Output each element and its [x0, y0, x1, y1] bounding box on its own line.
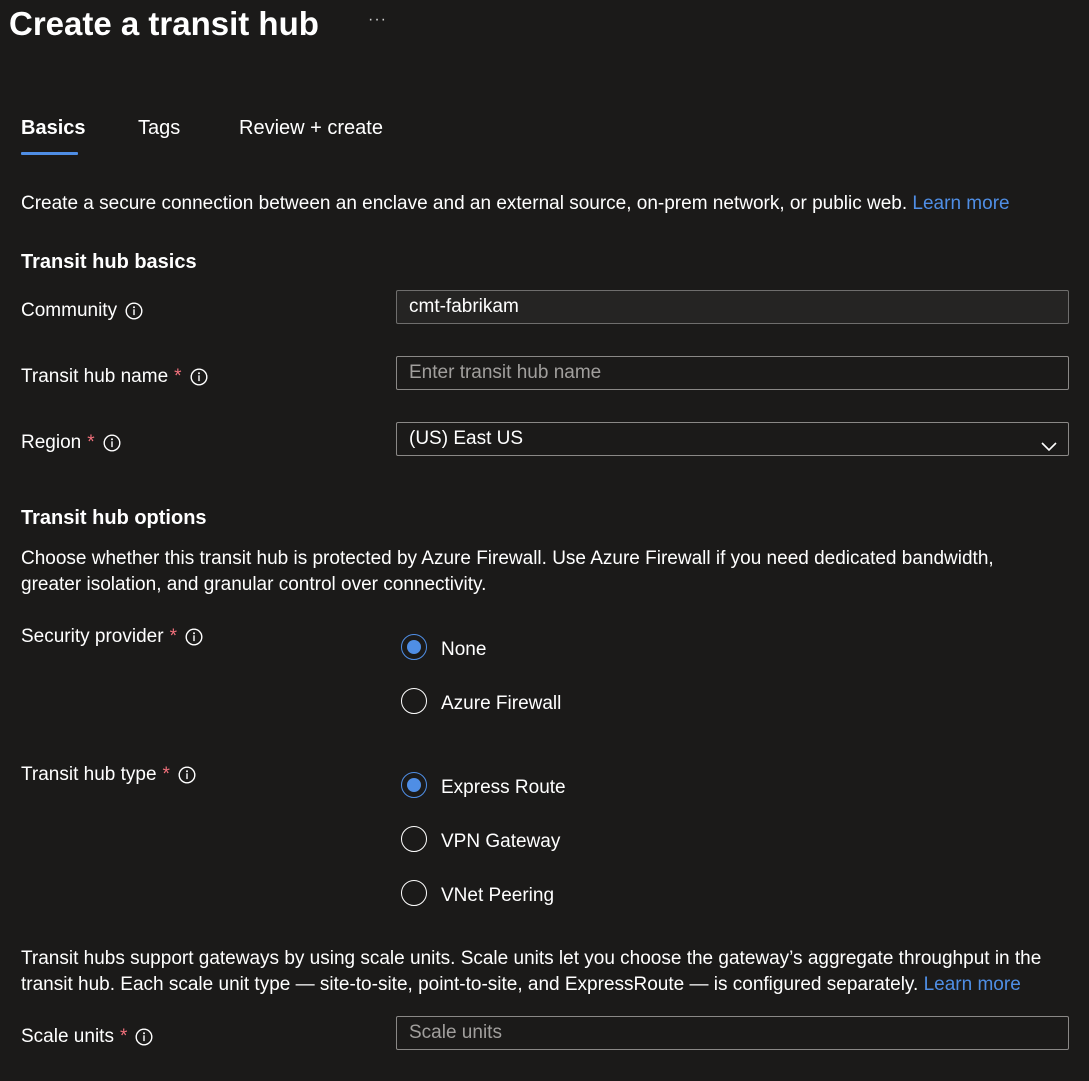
info-icon[interactable]: [190, 368, 208, 386]
radio-button[interactable]: [401, 826, 427, 852]
community-label-text: Community: [21, 300, 118, 321]
required-asterisk: *: [169, 626, 177, 647]
radio-button-checked[interactable]: [401, 772, 427, 798]
chevron-down-icon: [1040, 432, 1058, 452]
required-asterisk: *: [119, 1026, 128, 1047]
section-heading-options: Transit hub options: [21, 507, 207, 529]
transit-hub-name-input[interactable]: [396, 356, 1069, 390]
scale-description-text: transit hub. Each scale unit type — site…: [21, 974, 919, 995]
security-provider-label: Security provider *: [21, 624, 203, 650]
radio-label: Express Route: [441, 777, 566, 798]
tab-tags[interactable]: Tags: [138, 114, 180, 142]
community-field: [396, 290, 1069, 324]
intro-description: Create a secure connection between an en…: [21, 191, 1010, 217]
radio-label: VNet Peering: [441, 885, 555, 906]
radio-security-none[interactable]: None: [401, 634, 486, 660]
options-description-line2: greater isolation, and granular control …: [21, 574, 487, 595]
info-icon[interactable]: [125, 302, 143, 320]
radio-type-express-route[interactable]: Express Route: [401, 772, 566, 798]
region-select[interactable]: (US) East US: [396, 422, 1069, 456]
intro-text: Create a secure connection between an en…: [21, 193, 908, 214]
scale-description-line2: transit hub. Each scale unit type — site…: [21, 972, 1021, 998]
transit-hub-type-label: Transit hub type *: [21, 762, 196, 788]
tab-basics[interactable]: Basics: [21, 114, 86, 142]
radio-button-checked[interactable]: [401, 634, 427, 660]
radio-label: VPN Gateway: [441, 831, 561, 852]
radio-button[interactable]: [401, 880, 427, 906]
tab-review-create[interactable]: Review + create: [239, 114, 383, 142]
required-asterisk: *: [174, 366, 182, 387]
page-title: Create a transit hub: [9, 5, 319, 42]
radio-label: None: [441, 639, 487, 660]
section-heading-basics: Transit hub basics: [21, 251, 197, 273]
info-icon[interactable]: [178, 766, 196, 784]
radio-type-vpn-gateway[interactable]: VPN Gateway: [401, 826, 560, 852]
community-label: Community: [21, 298, 143, 324]
radio-dot: [407, 640, 421, 654]
transit-hub-type-label-text: Transit hub type: [21, 764, 157, 785]
scale-units-label-text: Scale units: [21, 1026, 114, 1047]
info-icon[interactable]: [185, 628, 203, 646]
radio-label: Azure Firewall: [441, 693, 562, 714]
learn-more-link[interactable]: Learn more: [924, 974, 1021, 995]
active-tab-indicator: [21, 152, 78, 155]
required-asterisk: *: [87, 432, 95, 453]
security-provider-label-text: Security provider: [21, 626, 164, 647]
create-transit-hub-page: Create a transit hub ··· Basics Tags Rev…: [0, 0, 1089, 1081]
scale-description-line1: Transit hubs support gateways by using s…: [21, 948, 1042, 969]
options-description-line1: Choose whether this transit hub is prote…: [21, 548, 994, 569]
info-icon[interactable]: [103, 434, 121, 452]
region-label-text: Region: [21, 432, 82, 453]
more-options-button[interactable]: ···: [368, 10, 387, 30]
transit-hub-name-label-text: Transit hub name: [21, 366, 169, 387]
scale-units-label: Scale units *: [21, 1024, 153, 1050]
region-selected-value: (US) East US: [409, 428, 524, 449]
radio-button[interactable]: [401, 688, 427, 714]
radio-dot: [407, 778, 421, 792]
scale-units-input[interactable]: [396, 1016, 1069, 1050]
region-label: Region *: [21, 430, 121, 456]
info-icon[interactable]: [135, 1028, 153, 1046]
radio-security-azure-firewall[interactable]: Azure Firewall: [401, 688, 561, 714]
required-asterisk: *: [162, 764, 170, 785]
learn-more-link[interactable]: Learn more: [912, 193, 1009, 214]
radio-type-vnet-peering[interactable]: VNet Peering: [401, 880, 554, 906]
transit-hub-name-label: Transit hub name *: [21, 364, 208, 390]
